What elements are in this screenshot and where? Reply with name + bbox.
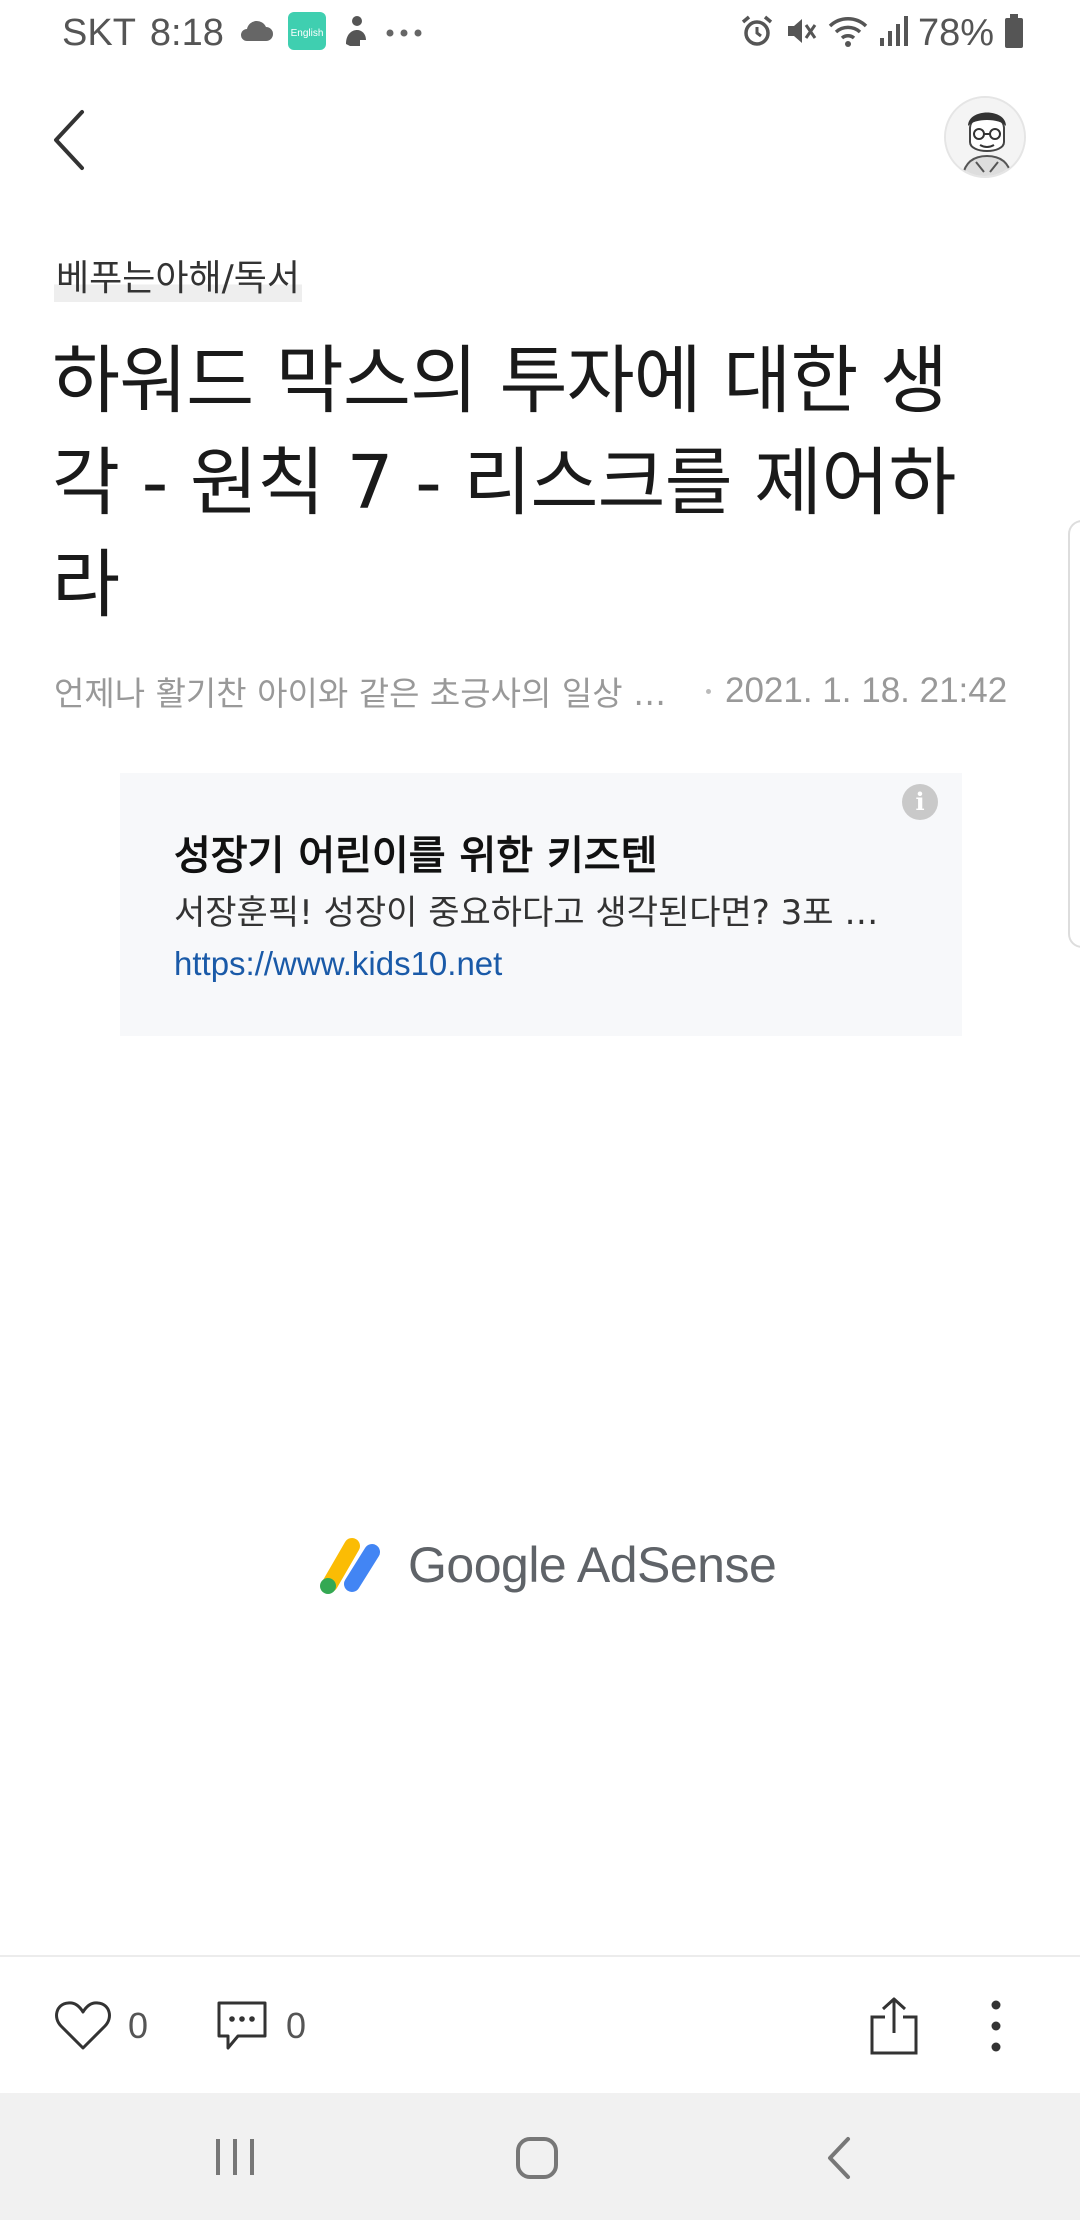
comment-icon: [217, 2001, 267, 2050]
more-options-button[interactable]: [976, 1995, 1016, 2057]
share-icon: [870, 1997, 918, 2055]
adsense-logo-text: Google AdSense: [408, 1537, 777, 1593]
ad-description[interactable]: 서장훈픽! 성장이 중요하다고 생각된다면? 3포 …: [174, 885, 894, 934]
more-vertical-icon: [991, 2000, 1001, 2052]
heart-icon: [55, 2001, 111, 2050]
comment-count: 0: [286, 2005, 307, 2046]
like-button[interactable]: 0: [54, 1995, 148, 2057]
post-title: 하워드 막스의 투자에 대한 생각 - 원칙 7 - 리스크를 제어하라: [52, 338, 956, 628]
system-back-button[interactable]: [824, 2135, 854, 2185]
battery-percent: 78%: [917, 11, 994, 54]
status-bar-left: SKT 8:18 English: [62, 10, 424, 56]
app-notification-icon: [340, 14, 370, 52]
adsense-logo: Google AdSense: [316, 1530, 777, 1600]
signal-icon: [878, 16, 908, 50]
cloud-icon: [238, 19, 274, 47]
comment-button[interactable]: 0: [214, 1995, 306, 2057]
more-dots-icon: [384, 24, 424, 43]
post-action-bar: 0 0: [0, 1955, 1080, 2093]
back-button[interactable]: [44, 100, 94, 180]
english-keyboard-icon: English: [287, 12, 326, 54]
info-icon[interactable]: i: [902, 784, 938, 820]
home-icon: [516, 2137, 558, 2179]
adsense-logo-icon: [320, 1538, 380, 1594]
battery-icon: [1004, 14, 1024, 52]
post-date: 2021. 1. 18. 21:42: [725, 671, 1008, 710]
english-badge-text: English: [290, 28, 323, 39]
avatar[interactable]: [944, 96, 1026, 178]
carrier-label: SKT: [62, 11, 136, 54]
home-button[interactable]: [514, 2135, 560, 2185]
clock: 8:18: [149, 11, 224, 54]
ad-headline[interactable]: 성장기 어린이를 위한 키즈텐: [174, 823, 657, 881]
mute-icon: [784, 14, 818, 52]
chevron-left-icon: [54, 110, 84, 170]
system-navigation-bar: [0, 2093, 1080, 2220]
alarm-icon: [740, 14, 774, 52]
share-button[interactable]: [866, 1995, 922, 2057]
wifi-icon: [828, 14, 868, 52]
status-bar: SKT 8:18 English 78%: [0, 0, 1080, 66]
post-category[interactable]: 베푸는아해/독서: [54, 256, 302, 302]
separator-dot: [706, 688, 711, 694]
ad-card[interactable]: i 성장기 어린이를 위한 키즈텐 서장훈픽! 성장이 중요하다고 생각된다면?…: [120, 773, 962, 1036]
profile-avatar-icon: [946, 98, 1024, 176]
recents-icon: [216, 2139, 254, 2175]
ad-url-link[interactable]: https://www.kids10.net: [174, 945, 502, 983]
back-icon: [828, 2137, 850, 2179]
edge-panel-handle[interactable]: [1068, 520, 1080, 948]
like-count: 0: [128, 2005, 149, 2046]
post-byline: 언제나 활기찬 아이와 같은 초긍사의 일상 꿈꾸… 2021. 1. 18. …: [54, 667, 1034, 715]
author-name[interactable]: 언제나 활기찬 아이와 같은 초긍사의 일상 꿈꾸…: [54, 667, 684, 715]
status-bar-right: 78%: [740, 10, 1024, 56]
recents-button[interactable]: [212, 2137, 258, 2181]
